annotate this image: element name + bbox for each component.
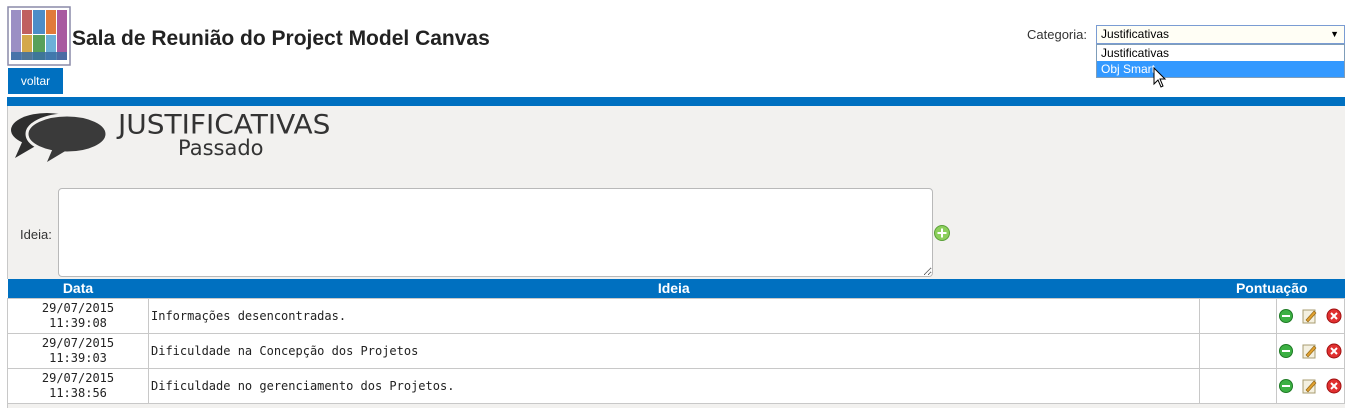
row-date: 29/07/2015 bbox=[41, 336, 115, 350]
edit-pencil-icon[interactable] bbox=[1302, 343, 1318, 359]
delete-red-x-icon[interactable] bbox=[1326, 343, 1342, 359]
column-header-idea: Ideia bbox=[148, 279, 1200, 299]
row-date-cell: 29/07/2015 11:39:08 bbox=[7, 298, 149, 334]
delete-red-x-icon[interactable] bbox=[1326, 308, 1342, 324]
row-idea: Dificuldade na Concepção dos Projetos bbox=[148, 333, 1200, 369]
row-idea: Informações desencontradas. bbox=[148, 298, 1200, 334]
column-header-date: Data bbox=[7, 279, 149, 299]
row-time: 11:39:03 bbox=[49, 351, 107, 365]
category-option-justificativas[interactable]: Justificativas bbox=[1097, 45, 1344, 61]
section-subtitle: Passado bbox=[178, 136, 264, 160]
row-date: 29/07/2015 bbox=[41, 301, 115, 315]
column-header-score: Pontuação bbox=[1199, 279, 1345, 299]
category-option-obj-smart[interactable]: Obj Smart bbox=[1097, 61, 1344, 77]
idea-textarea[interactable] bbox=[58, 188, 933, 277]
table-row: 29/07/2015 11:38:56 Dificuldade no geren… bbox=[7, 368, 1345, 404]
table-row: 29/07/2015 11:39:08 Informações desencon… bbox=[7, 298, 1345, 334]
category-selected-value: Justificativas bbox=[1101, 27, 1170, 41]
edit-pencil-icon[interactable] bbox=[1302, 378, 1318, 394]
row-score bbox=[1198, 298, 1277, 334]
approve-green-circle-icon[interactable] bbox=[1278, 378, 1294, 394]
idea-field-label: Ideia: bbox=[20, 227, 52, 242]
row-actions bbox=[1275, 368, 1345, 404]
dropdown-arrow-icon: ▼ bbox=[1330, 29, 1339, 39]
row-date: 29/07/2015 bbox=[41, 371, 115, 385]
row-time: 11:39:08 bbox=[49, 316, 107, 330]
speech-bubbles-icon bbox=[11, 113, 109, 162]
row-actions bbox=[1275, 298, 1345, 334]
edit-pencil-icon[interactable] bbox=[1302, 308, 1318, 324]
category-dropdown-list: Justificativas Obj Smart bbox=[1096, 44, 1345, 78]
section-divider-bar bbox=[7, 97, 1345, 106]
row-score bbox=[1198, 368, 1277, 404]
row-date-cell: 29/07/2015 11:39:03 bbox=[7, 333, 149, 369]
page-title: Sala de Reunião do Project Model Canvas bbox=[72, 27, 490, 50]
approve-green-circle-icon[interactable] bbox=[1278, 308, 1294, 324]
delete-red-x-icon[interactable] bbox=[1326, 378, 1342, 394]
row-idea: Dificuldade no gerenciamento dos Projeto… bbox=[148, 368, 1200, 404]
mouse-cursor-icon bbox=[1153, 67, 1167, 88]
back-button[interactable]: voltar bbox=[8, 68, 63, 94]
project-model-canvas-logo bbox=[7, 6, 71, 66]
table-header-row: Data Ideia Pontuação bbox=[7, 279, 1345, 299]
ideas-table: Data Ideia Pontuação 29/07/2015 11:39:08… bbox=[7, 279, 1345, 404]
row-date-cell: 29/07/2015 11:38:56 bbox=[7, 368, 149, 404]
row-actions bbox=[1275, 333, 1345, 369]
category-select[interactable]: Justificativas ▼ bbox=[1096, 25, 1345, 44]
row-time: 11:38:56 bbox=[49, 386, 107, 400]
section-title: JUSTIFICATIVAS bbox=[118, 108, 331, 141]
add-idea-plus-icon[interactable] bbox=[934, 225, 950, 241]
category-label: Categoria: bbox=[1027, 27, 1087, 42]
table-row: 29/07/2015 11:39:03 Dificuldade na Conce… bbox=[7, 333, 1345, 369]
row-score bbox=[1198, 333, 1277, 369]
approve-green-circle-icon[interactable] bbox=[1278, 343, 1294, 359]
